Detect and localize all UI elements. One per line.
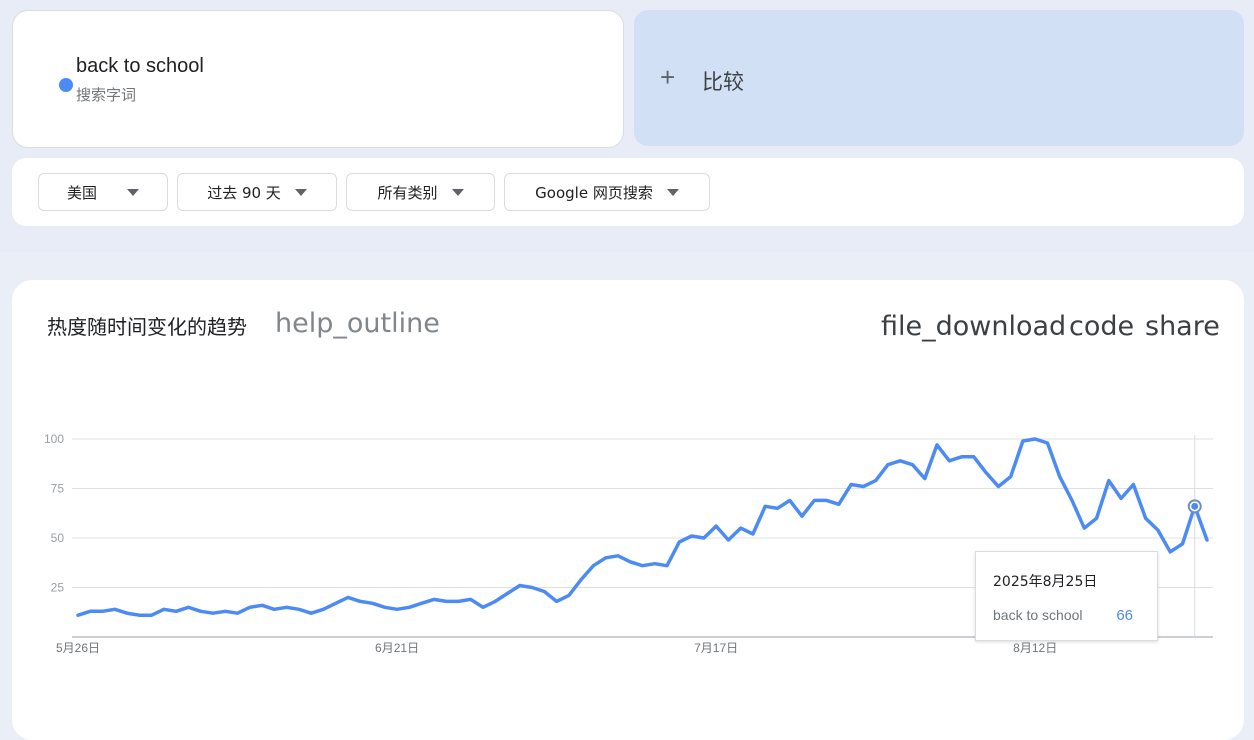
y-tick-label: 50: [51, 531, 65, 545]
time-range-dropdown[interactable]: 过去 90 天: [177, 173, 337, 211]
term-color-dot: [59, 78, 73, 92]
dropdown-arrow-icon: [451, 188, 464, 196]
search-term-type: 搜索字词: [76, 86, 137, 104]
search-property-dropdown[interactable]: Google 网页搜索: [504, 173, 710, 211]
compare-label: 比较: [702, 70, 744, 94]
search-term-text[interactable]: back to school: [76, 55, 204, 78]
time-range-dropdown-label: 过去 90 天: [207, 183, 281, 202]
search-property-dropdown-label: Google 网页搜索: [535, 183, 653, 202]
compare-button[interactable]: + 比较: [634, 10, 1244, 146]
y-tick-label: 75: [51, 482, 65, 496]
search-term-card[interactable]: back to school 搜索字词: [12, 10, 624, 148]
x-tick-label: 6月21日: [375, 641, 419, 655]
x-tick-label: 7月17日: [694, 641, 738, 655]
dropdown-arrow-icon: [127, 188, 139, 196]
highlight-point: [1191, 502, 1199, 510]
add-icon: +: [660, 62, 676, 92]
interest-over-time-card: 热度随时间变化的趋势 help_outline file_download co…: [12, 280, 1244, 740]
x-tick-label: 8月12日: [1013, 641, 1057, 655]
y-tick-label: 25: [51, 581, 65, 595]
tooltip-date: 2025年8月25日: [993, 574, 1098, 590]
filters-bar: 美国 过去 90 天 所有类别 Google 网页搜索: [12, 158, 1244, 226]
dropdown-arrow-icon: [294, 188, 307, 196]
tooltip-value: 66: [1116, 607, 1133, 624]
tooltip-term: back to school: [993, 607, 1083, 623]
x-tick-label: 5月26日: [56, 641, 100, 655]
dropdown-arrow-icon: [666, 188, 679, 196]
region-dropdown-label: 美国: [66, 183, 97, 202]
chart-tooltip: 2025年8月25日 back to school 66: [975, 551, 1158, 641]
category-dropdown-label: 所有类别: [377, 183, 438, 202]
region-dropdown[interactable]: 美国: [38, 173, 168, 211]
category-dropdown[interactable]: 所有类别: [346, 173, 495, 211]
trend-line-chart[interactable]: 25 50 75 100 5月26日 6月21日 7月17日 8月12日: [12, 280, 1244, 720]
y-tick-label: 100: [44, 432, 64, 446]
